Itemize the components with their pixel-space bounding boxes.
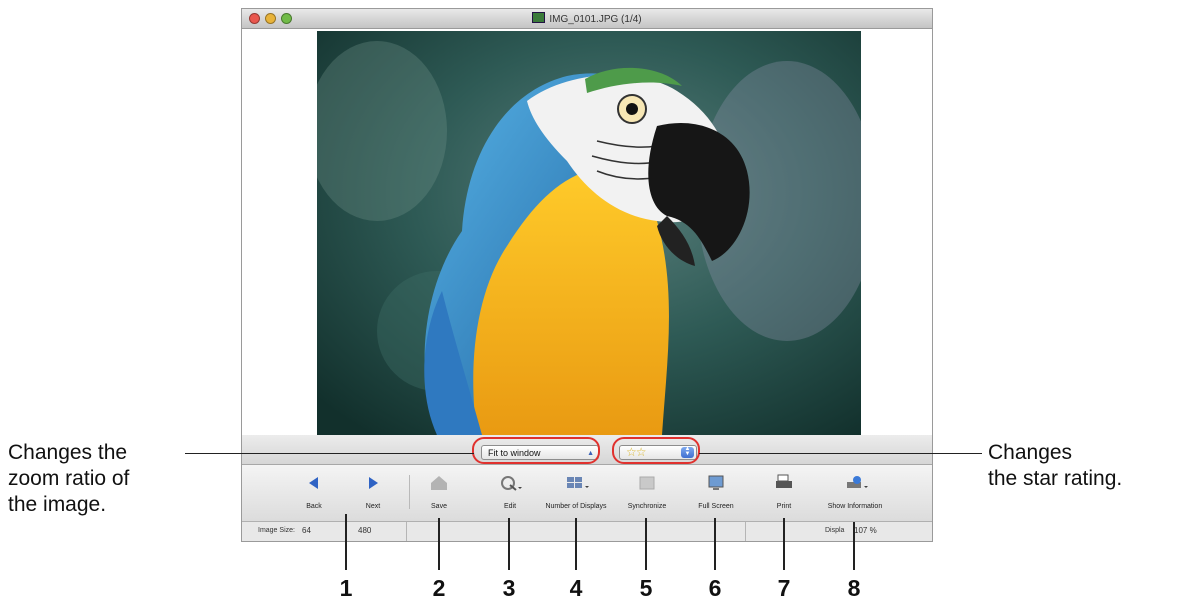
pointer-line-7 xyxy=(783,518,785,570)
callout-number-6: 6 xyxy=(708,575,722,601)
pointer-line-6 xyxy=(714,518,716,570)
main-toolbar: Back Next Save Edit Number of Displays S… xyxy=(242,465,932,521)
zoom-callout-line xyxy=(185,453,474,454)
pointer-line-5 xyxy=(645,518,647,570)
show-information-button[interactable]: Show Information xyxy=(819,465,891,521)
edit-icon xyxy=(474,473,546,493)
number-of-displays-button[interactable]: Number of Displays xyxy=(540,465,612,521)
title-bar: IMG_0101.JPG (1/4) xyxy=(242,9,932,29)
image-height-value: 480 xyxy=(358,526,372,535)
zoom-callout-line-3: the image. xyxy=(8,493,107,516)
rating-callout-line-2: the star rating. xyxy=(988,467,1123,490)
window-title: IMG_0101.JPG (1/4) xyxy=(242,12,932,25)
synchronize-icon xyxy=(611,473,683,493)
display-ratio-label: Displa xyxy=(825,527,845,534)
macaw-image xyxy=(317,31,861,435)
printer-icon xyxy=(748,473,820,493)
parrot-photo xyxy=(317,31,861,435)
pointer-line-1 xyxy=(345,514,347,570)
full-screen-icon xyxy=(680,473,752,493)
pointer-line-8 xyxy=(853,522,855,570)
display-ratio-value: 107 % xyxy=(854,526,877,535)
callout-number-3: 3 xyxy=(502,575,516,601)
status-divider xyxy=(745,522,746,541)
edit-button[interactable]: Edit xyxy=(474,465,546,521)
rating-callout-line-1: Changes xyxy=(988,441,1073,464)
image-file-icon xyxy=(532,12,546,23)
pointer-line-3 xyxy=(508,518,510,570)
callout-number-7: 7 xyxy=(777,575,791,601)
zoom-callout-line-2: zoom ratio of xyxy=(8,467,130,490)
image-size-label: Image Size: xyxy=(258,527,295,534)
next-button[interactable]: Next xyxy=(337,465,409,521)
save-icon xyxy=(403,473,475,493)
arrow-right-icon xyxy=(337,473,409,493)
window-title-text: IMG_0101.JPG (1/4) xyxy=(549,14,642,25)
zoom-callout-line-1: Changes the xyxy=(8,441,128,464)
callout-number-1: 1 xyxy=(339,575,353,601)
image-width-value: 64 xyxy=(302,526,311,535)
pointer-line-4 xyxy=(575,518,577,570)
rating-callout-line xyxy=(699,453,982,454)
show-information-label: Show Information xyxy=(827,503,883,510)
synchronize-button[interactable]: Synchronize xyxy=(611,465,683,521)
zoom-callout-text: Changes the zoom ratio of the image. xyxy=(8,440,129,518)
rating-callout-highlight xyxy=(612,437,700,464)
callout-number-8: 8 xyxy=(847,575,861,601)
grid-display-icon xyxy=(540,473,612,493)
full-screen-button[interactable]: Full Screen xyxy=(680,465,752,521)
zoom-callout-highlight xyxy=(472,437,600,464)
image-canvas xyxy=(242,29,932,435)
print-button[interactable]: Print xyxy=(748,465,820,521)
status-divider xyxy=(406,522,407,541)
callout-number-5: 5 xyxy=(639,575,653,601)
rating-callout-text: Changes the star rating. xyxy=(988,440,1122,492)
callout-number-2: 2 xyxy=(432,575,446,601)
save-button[interactable]: Save xyxy=(403,465,475,521)
information-icon xyxy=(819,473,891,493)
callout-number-4: 4 xyxy=(569,575,583,601)
pointer-line-2 xyxy=(438,518,440,570)
